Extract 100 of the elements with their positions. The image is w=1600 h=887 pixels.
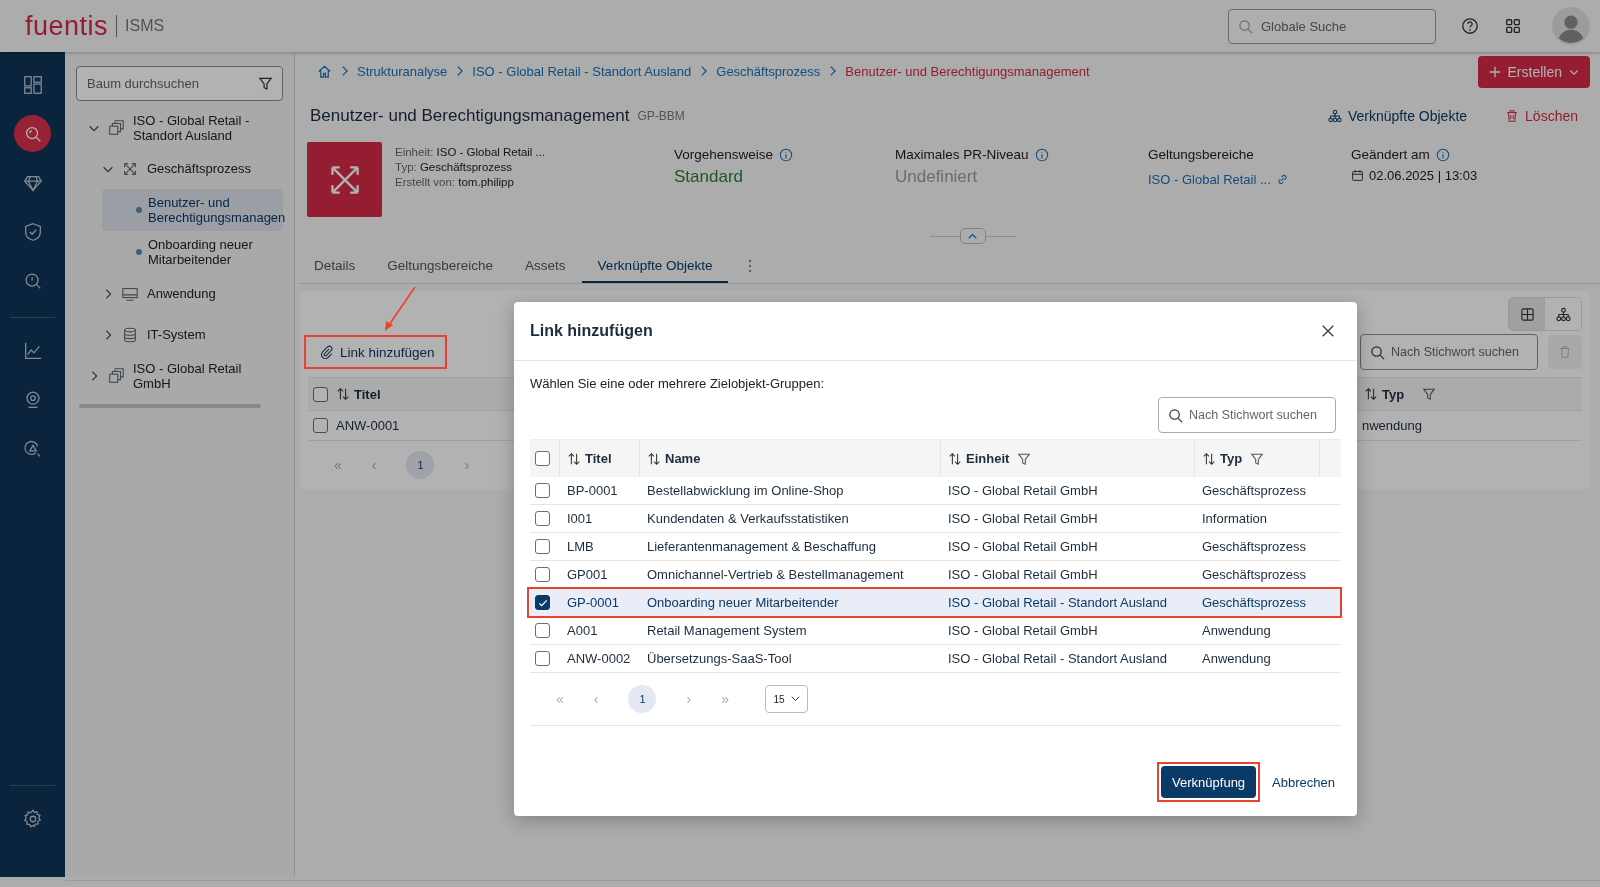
checkbox[interactable]: [535, 567, 550, 582]
page-button[interactable]: 1: [628, 685, 657, 713]
info-icon[interactable]: [1034, 147, 1049, 162]
annotation-arrow: [385, 286, 416, 331]
table-cell-text: Geschäftsprozess: [1201, 538, 1308, 556]
scope-link[interactable]: ISO - Global Retail ...: [1148, 172, 1271, 187]
checkbox[interactable]: [535, 483, 550, 498]
sort-icon[interactable]: [647, 451, 661, 466]
column-header[interactable]: Titel: [585, 451, 612, 466]
add-link-button[interactable]: Link hinzufügen: [312, 339, 443, 365]
filter-icon[interactable]: [258, 76, 273, 91]
search-field[interactable]: Globale Suche: [1228, 8, 1436, 44]
table-cell-text: LMB: [566, 538, 595, 556]
tab[interactable]: Assets: [509, 249, 582, 283]
table-cell-text: Geschäftsprozess: [1201, 482, 1308, 500]
link-icon[interactable]: [1275, 173, 1289, 186]
plus-icon: [1487, 65, 1502, 79]
sort-icon[interactable]: [567, 451, 581, 466]
tree-item[interactable]: Benutzer- und Berechtigungsmanagen: [102, 189, 283, 231]
search-icon: [1168, 407, 1183, 423]
apps-icon[interactable]: [1504, 17, 1522, 35]
checkbox[interactable]: [535, 451, 550, 466]
tree-item[interactable]: Anwendung: [147, 286, 216, 301]
column-header[interactable]: Typ: [1382, 386, 1422, 402]
table-cell-text: ISO - Global Retail GmbH: [947, 538, 1099, 556]
tree-item[interactable]: IT-System: [147, 327, 206, 342]
page-button[interactable]: 1: [406, 451, 435, 479]
sort-icon[interactable]: [948, 451, 962, 466]
meta-text: Typ: Geschäftsprozess: [395, 161, 513, 173]
table-cell-text: Bestellabwicklung im Online-Shop: [646, 482, 845, 500]
home-icon[interactable]: [317, 63, 332, 79]
hierarchy-icon: [1328, 109, 1342, 123]
search-icon: [1370, 344, 1385, 360]
sort-icon[interactable]: [336, 387, 350, 401]
table-cell-text: ANW-0002: [566, 650, 632, 668]
checkbox[interactable]: [313, 386, 328, 402]
search-icon: [1238, 18, 1253, 34]
create-button[interactable]: Erstellen: [1477, 56, 1590, 88]
help-icon[interactable]: [1461, 17, 1479, 35]
field-label: Geltungsbereiche: [1148, 147, 1254, 162]
table-cell-text: ISO - Global Retail - Standort Ausland: [947, 650, 1168, 668]
tree-item[interactable]: Onboarding neuer Mitarbeitender: [102, 231, 283, 273]
tree-item[interactable]: Geschäftsprozess: [147, 161, 252, 176]
sort-icon[interactable]: [1364, 387, 1378, 401]
column-header[interactable]: Name: [665, 451, 701, 466]
tree-item[interactable]: ISO - Global Retail - Standort Ausland: [133, 112, 263, 143]
filter-icon[interactable]: [1017, 451, 1032, 466]
breadcrumb-link[interactable]: Strukturanalyse: [357, 63, 448, 79]
logo: fuentis: [25, 15, 118, 37]
field-label: Maximales PR-Niveau: [895, 147, 1029, 162]
scrollbar[interactable]: [79, 404, 261, 408]
checkbox[interactable]: [535, 511, 550, 526]
tree-item[interactable]: ISO - Global Retail GmbH: [133, 360, 263, 391]
table-cell-text: Kundendaten & Verkaufsstatistiken: [646, 510, 850, 528]
checkbox[interactable]: [535, 595, 550, 610]
checkbox[interactable]: [535, 651, 550, 666]
table-cell: ANW-0001: [336, 418, 400, 433]
close-icon[interactable]: [1321, 324, 1335, 338]
filter-icon[interactable]: [1250, 451, 1265, 466]
checkbox[interactable]: [313, 418, 328, 433]
link-confirm-button[interactable]: Verknüpfung: [1161, 766, 1257, 798]
search-field[interactable]: Nach Stichwort suchen: [1158, 397, 1336, 433]
meta-text: Erstellt von: tom.philipp: [395, 176, 515, 188]
table-cell-text: Onboarding neuer Mitarbeitender: [646, 594, 840, 612]
instruction-text: Wählen Sie eine oder mehrere Zielobjekt-Gruppen:: [530, 376, 826, 391]
table-cell-text: ISO - Global Retail GmbH: [947, 622, 1099, 640]
table-view-button[interactable]: [1509, 298, 1545, 330]
tab[interactable]: Geltungsbereiche: [371, 249, 510, 283]
table-cell-text: ISO - Global Retail GmbH: [947, 510, 1099, 528]
hierarchy-icon: [1555, 306, 1571, 322]
linked-objects-button[interactable]: Verknüpfte Objekte: [1318, 108, 1478, 124]
breadcrumb-link[interactable]: ISO - Global Retail - Standort Ausland: [472, 63, 692, 79]
delete-button[interactable]: Löschen: [1495, 108, 1588, 124]
table-cell-text: Omnichannel-Vertrieb & Bestellmanagement: [646, 566, 905, 584]
caret-icon: [790, 696, 800, 702]
cancel-button[interactable]: Abbrechen: [1266, 766, 1341, 798]
avatar-icon[interactable]: [1552, 7, 1590, 45]
stacked-pages-icon: [107, 118, 125, 137]
info-icon[interactable]: [1435, 147, 1450, 162]
tree-search-field[interactable]: Baum durchsuchen: [76, 66, 283, 101]
search-field[interactable]: Nach Stichwort suchen: [1360, 334, 1538, 370]
column-header[interactable]: Typ: [1220, 451, 1243, 466]
tab[interactable]: Details: [298, 249, 372, 283]
checkbox[interactable]: [535, 539, 550, 554]
more-icon[interactable]: [748, 258, 753, 274]
field-label: Vorgehensweise: [674, 147, 774, 162]
field-value: Undefiniert: [895, 167, 978, 187]
page-title: Benutzer- und Berechtigungsmanagement: [310, 106, 630, 126]
checkbox[interactable]: [535, 623, 550, 638]
process-tile-icon: [307, 142, 382, 217]
table-cell-text: Geschäftsprozess: [1201, 594, 1308, 612]
sort-icon[interactable]: [1202, 451, 1216, 466]
page-size-select[interactable]: 15: [764, 685, 808, 713]
column-header[interactable]: Einheit: [966, 451, 1010, 466]
info-icon[interactable]: [779, 147, 794, 162]
breadcrumb-link[interactable]: Geschäftsprozess: [716, 63, 821, 79]
table-cell-text: Retail Management System: [646, 622, 808, 640]
filter-icon[interactable]: [1422, 387, 1436, 401]
search-nav-icon[interactable]: [14, 115, 51, 152]
column-header[interactable]: Titel: [354, 386, 381, 402]
